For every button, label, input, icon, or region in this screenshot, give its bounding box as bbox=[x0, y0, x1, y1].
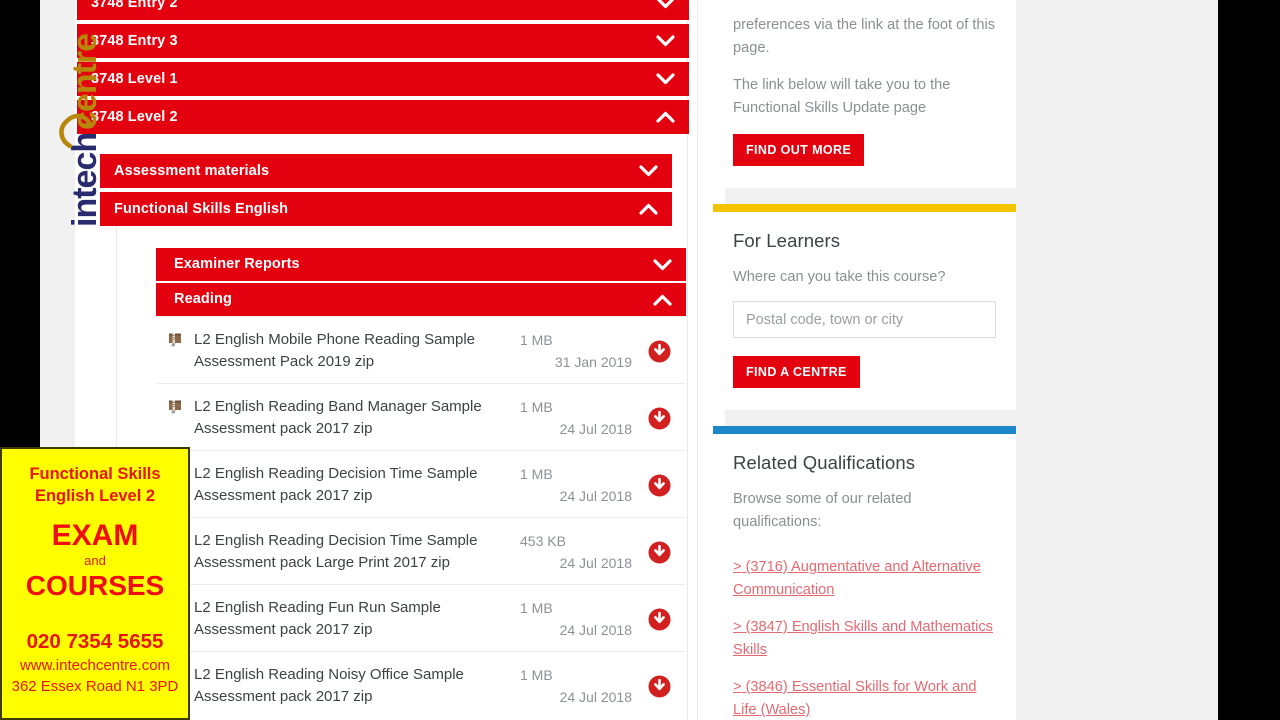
accordion-level2: Assessment materials Functional Skills E… bbox=[100, 154, 672, 230]
table-row[interactable]: L2 English Reading Band Manager Sample A… bbox=[156, 383, 686, 450]
accordion-item-functional-skills-english[interactable]: Functional Skills English bbox=[100, 192, 672, 226]
related-link-3716[interactable]: > (3716) Augmentative and Alternative Co… bbox=[733, 556, 996, 602]
file-meta: 1 MB 24 Jul 2018 bbox=[520, 664, 632, 708]
advert-and-label: and bbox=[84, 553, 106, 568]
postcode-search-input[interactable] bbox=[733, 301, 996, 338]
advert-courses-label: COURSES bbox=[25, 570, 165, 601]
intechcentre-logo-graphic: intech centre bbox=[59, 34, 104, 227]
table-row[interactable]: L2 English Reading Fun Run Sample Assess… bbox=[156, 584, 686, 651]
for-learners-heading: For Learners bbox=[733, 230, 841, 251]
browser-page: 3748 Entry 2 3748 Entry 3 3748 Level 1 3… bbox=[40, 0, 1218, 720]
file-size: 1 MB bbox=[520, 399, 553, 415]
find-a-centre-button[interactable]: FIND A CENTRE bbox=[733, 356, 860, 388]
screenshot-root: 3748 Entry 2 3748 Entry 3 3748 Level 1 3… bbox=[0, 0, 1280, 720]
download-circle-icon[interactable] bbox=[632, 340, 686, 363]
file-size: 1 MB bbox=[520, 466, 553, 482]
chevron-down-icon bbox=[638, 154, 658, 188]
page-gutter-rule bbox=[697, 0, 698, 720]
download-circle-icon[interactable] bbox=[632, 407, 686, 430]
accordion-label: Functional Skills English bbox=[114, 201, 289, 217]
file-date: 31 Jan 2019 bbox=[554, 354, 632, 370]
download-circle-icon[interactable] bbox=[632, 675, 686, 698]
file-meta: 1 MB 31 Jan 2019 bbox=[520, 329, 632, 373]
file-meta: 1 MB 24 Jul 2018 bbox=[520, 463, 632, 507]
accordion-label: Reading bbox=[174, 291, 232, 307]
find-out-more-button[interactable]: FIND OUT MORE bbox=[733, 134, 865, 166]
file-name: L2 English Mobile Phone Reading Sample A… bbox=[194, 331, 476, 370]
intechcentre-logo: intech centre bbox=[52, 12, 108, 252]
chevron-up-icon bbox=[652, 283, 672, 316]
file-name: L2 English Reading Noisy Office Sample A… bbox=[194, 666, 464, 705]
file-meta: 1 MB 24 Jul 2018 bbox=[520, 597, 632, 641]
chevron-down-icon bbox=[655, 24, 675, 58]
related-link-3846[interactable]: > (3846) Essential Skills for Work and L… bbox=[733, 676, 996, 720]
update-paragraph-1: preferences via the link at the foot of … bbox=[733, 17, 996, 56]
file-date: 24 Jul 2018 bbox=[559, 689, 632, 705]
file-name: L2 English Reading Fun Run Sample Assess… bbox=[194, 599, 441, 638]
related-qualifications-heading: Related Qualifications bbox=[733, 452, 916, 473]
accordion-item-reading[interactable]: Reading bbox=[156, 283, 686, 316]
chevron-up-icon bbox=[638, 192, 658, 226]
zip-file-icon bbox=[156, 329, 194, 347]
table-row[interactable]: L2 English Reading Decision Time Sample … bbox=[156, 450, 686, 517]
related-link-3847[interactable]: > (3847) English Skills and Mathematics … bbox=[733, 616, 996, 662]
for-learners-card: For Learners Where can you take this cou… bbox=[713, 204, 1016, 410]
for-learners-paragraph: Where can you take this course? bbox=[733, 269, 946, 285]
accordion-label: Examiner Reports bbox=[174, 256, 300, 272]
file-name: L2 English Reading Decision Time Sample … bbox=[194, 465, 478, 504]
letterbox-bar-right bbox=[1218, 0, 1280, 720]
file-date: 24 Jul 2018 bbox=[559, 488, 632, 504]
chevron-up-icon bbox=[655, 100, 675, 134]
accordion-item-3748-entry-2[interactable]: 3748 Entry 2 bbox=[77, 0, 689, 20]
advert-exam-label: EXAM bbox=[51, 519, 139, 552]
file-date: 24 Jul 2018 bbox=[559, 421, 632, 437]
accordion-item-assessment-materials[interactable]: Assessment materials bbox=[100, 154, 672, 188]
accordion-label: 3748 Entry 2 bbox=[91, 0, 178, 11]
right-sidebar: preferences via the link at the foot of … bbox=[713, 0, 1016, 720]
advert-phone: 020 7354 5655 bbox=[26, 630, 164, 653]
accordion-item-examiner-reports[interactable]: Examiner Reports bbox=[156, 248, 686, 281]
advert-line-2: English Level 2 bbox=[34, 487, 156, 505]
download-file-list: L2 English Mobile Phone Reading Sample A… bbox=[156, 316, 686, 718]
file-name: L2 English Reading Band Manager Sample A… bbox=[194, 398, 482, 437]
zip-file-icon bbox=[156, 396, 194, 414]
file-size: 1 MB bbox=[520, 600, 553, 616]
card-accent-rule-yellow bbox=[713, 204, 1016, 212]
accordion-item-3748-level-1[interactable]: 3748 Level 1 bbox=[77, 62, 689, 96]
accordion-item-3748-entry-3[interactable]: 3748 Entry 3 bbox=[77, 24, 689, 58]
accordion-level3: Examiner Reports Reading bbox=[156, 248, 686, 318]
accordion-label: Assessment materials bbox=[114, 163, 270, 179]
table-row[interactable]: L2 English Reading Noisy Office Sample A… bbox=[156, 651, 686, 718]
file-date: 24 Jul 2018 bbox=[559, 555, 632, 571]
chevron-down-icon bbox=[655, 62, 675, 96]
related-qualifications-card: Related Qualifications Browse some of ou… bbox=[713, 426, 1016, 720]
table-row[interactable]: L2 English Mobile Phone Reading Sample A… bbox=[156, 316, 686, 383]
chevron-down-icon bbox=[652, 248, 672, 281]
chevron-down-icon bbox=[655, 0, 675, 20]
accordion-outer: 3748 Entry 2 3748 Entry 3 3748 Level 1 3… bbox=[77, 0, 689, 138]
advert-address: 362 Essex Road N1 3PD bbox=[11, 678, 179, 695]
file-size: 1 MB bbox=[520, 332, 553, 348]
download-circle-icon[interactable] bbox=[632, 608, 686, 631]
file-meta: 1 MB 24 Jul 2018 bbox=[520, 396, 632, 440]
file-size: 1 MB bbox=[520, 667, 553, 683]
download-circle-icon[interactable] bbox=[632, 474, 686, 497]
file-meta: 453 KB 24 Jul 2018 bbox=[520, 530, 632, 574]
functional-skills-update-card: preferences via the link at the foot of … bbox=[713, 0, 1016, 188]
file-name: L2 English Reading Decision Time Sample … bbox=[194, 532, 478, 571]
file-size: 453 KB bbox=[520, 533, 566, 549]
related-qualifications-paragraph: Browse some of our related qualification… bbox=[733, 491, 912, 530]
file-date: 24 Jul 2018 bbox=[559, 622, 632, 638]
advert-line-1: Functional Skills bbox=[29, 465, 161, 483]
table-row[interactable]: L2 English Reading Decision Time Sample … bbox=[156, 517, 686, 584]
card-accent-rule-blue bbox=[713, 426, 1016, 434]
accordion-item-3748-level-2[interactable]: 3748 Level 2 bbox=[77, 100, 689, 134]
download-circle-icon[interactable] bbox=[632, 541, 686, 564]
update-paragraph-2: The link below will take you to the Func… bbox=[733, 77, 951, 116]
advert-website[interactable]: www.intechcentre.com bbox=[2, 655, 188, 676]
advert-overlay[interactable]: Functional Skills English Level 2 EXAM a… bbox=[0, 447, 190, 720]
